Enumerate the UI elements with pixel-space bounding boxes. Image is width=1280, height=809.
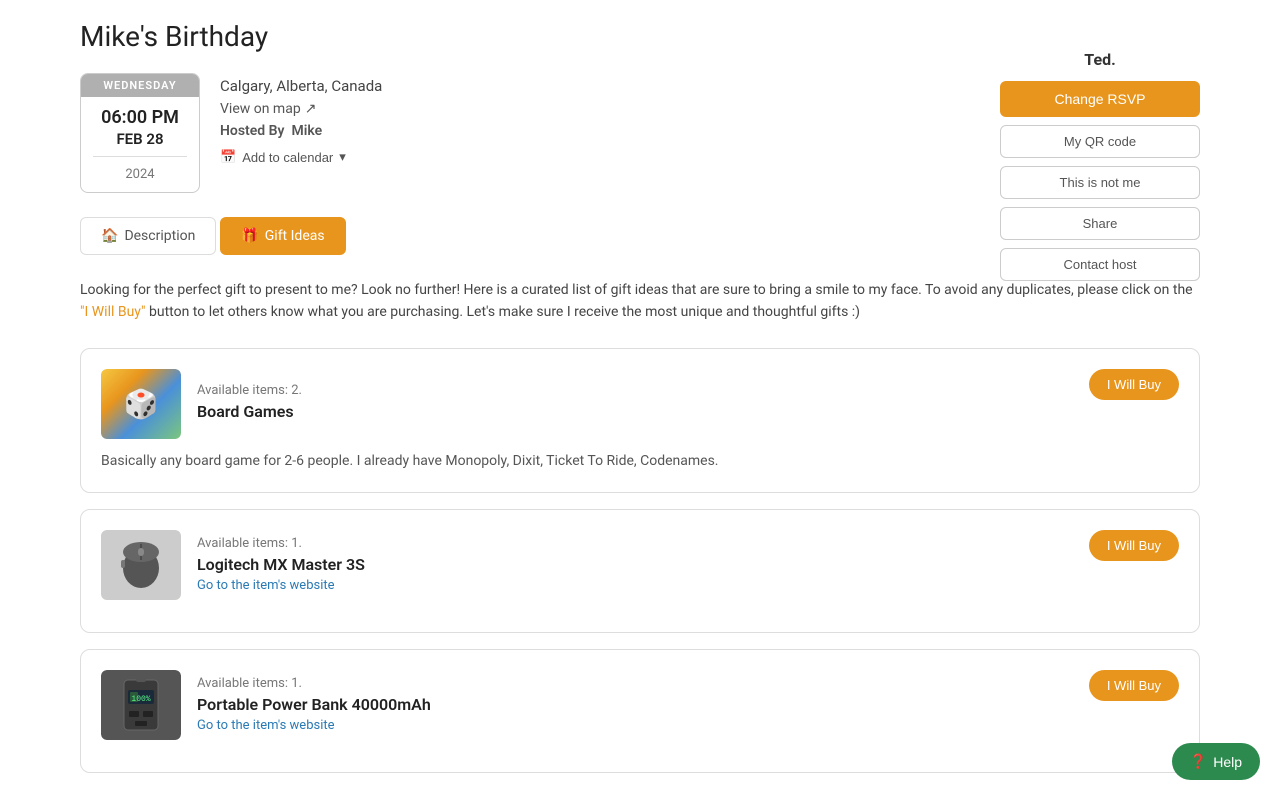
calendar-icon: 📅 [220,149,236,165]
tab-description[interactable]: 🏠 Description [80,217,216,255]
gift-name: Board Games [197,402,1179,421]
this-is-not-me-button[interactable]: This is not me [1000,166,1200,199]
page-title: Mike's Birthday [80,20,1200,53]
question-mark-icon: ❓ [1190,753,1207,770]
date-card-day: WEDNESDAY [81,74,199,97]
my-qr-code-button[interactable]: My QR code [1000,125,1200,158]
gift-card: I Will Buy 100% Available items: 1. [80,649,1200,773]
share-button[interactable]: Share [1000,207,1200,240]
change-rsvp-button[interactable]: Change RSVP [1000,81,1200,117]
rsvp-user-name: Ted. [1084,50,1115,69]
tab-description-label: Description [124,228,195,244]
gift-card: I Will Buy Available items: 1. Logitech … [80,509,1200,633]
gift-info: Available items: 1. Portable Power Bank … [197,676,1179,733]
gift-image-wrapper [101,369,181,439]
tab-gift-ideas-label: Gift Ideas [265,228,325,244]
gift-image-wrapper: 100% [101,670,181,740]
gift-image-board-games [101,369,181,439]
gift-image-mouse [101,530,181,600]
gift-available: Available items: 2. [197,383,1179,398]
gift-description: Basically any board game for 2-6 people.… [101,451,1179,472]
date-card-year: 2024 [81,161,199,192]
i-will-buy-button[interactable]: I Will Buy [1089,530,1179,561]
add-to-calendar-button[interactable]: 📅 Add to calendar ▾ [220,149,346,165]
i-will-buy-button[interactable]: I Will Buy [1089,670,1179,701]
gift-info: Available items: 1. Logitech MX Master 3… [197,536,1179,593]
home-icon: 🏠 [101,228,118,244]
gift-item-link[interactable]: Go to the item's website [197,718,1179,733]
contact-host-button[interactable]: Contact host [1000,248,1200,281]
gift-name: Logitech MX Master 3S [197,555,1179,574]
gift-image-powerbank: 100% [101,670,181,740]
external-link-icon: ↗ [305,101,317,117]
dropdown-arrow-icon: ▾ [339,149,346,165]
gift-item-link[interactable]: Go to the item's website [197,578,1179,593]
gift-intro-text: Looking for the perfect gift to present … [80,279,1200,324]
gift-card: I Will Buy Available items: 2. Board Gam… [80,348,1200,493]
gift-card-header: Available items: 1. Logitech MX Master 3… [101,530,1179,600]
rsvp-panel: Ted. Change RSVP My QR code This is not … [1000,50,1200,281]
date-card: WEDNESDAY 06:00 PM FEB 28 2024 [80,73,200,193]
date-card-date: FEB 28 [81,130,199,152]
gift-card-header: 100% Available items: 1. Portable Power … [101,670,1179,740]
gift-info: Available items: 2. Board Games [197,383,1179,425]
help-button[interactable]: ❓ Help [1172,743,1260,780]
tab-gift-ideas[interactable]: 🎁 Gift Ideas [220,217,345,255]
add-to-calendar-label: Add to calendar [242,150,333,165]
date-card-time: 06:00 PM [81,97,199,130]
gift-available: Available items: 1. [197,536,1179,551]
i-will-buy-button[interactable]: I Will Buy [1089,369,1179,400]
gift-name: Portable Power Bank 40000mAh [197,695,1179,714]
gift-list: I Will Buy Available items: 2. Board Gam… [80,348,1200,773]
gift-image-wrapper [101,530,181,600]
svg-text:100%: 100% [131,695,150,704]
map-link-text: View on map [220,101,301,117]
gift-available: Available items: 1. [197,676,1179,691]
gift-card-header: Available items: 2. Board Games [101,369,1179,439]
gift-icon: 🎁 [241,228,258,244]
help-label: Help [1213,754,1242,770]
